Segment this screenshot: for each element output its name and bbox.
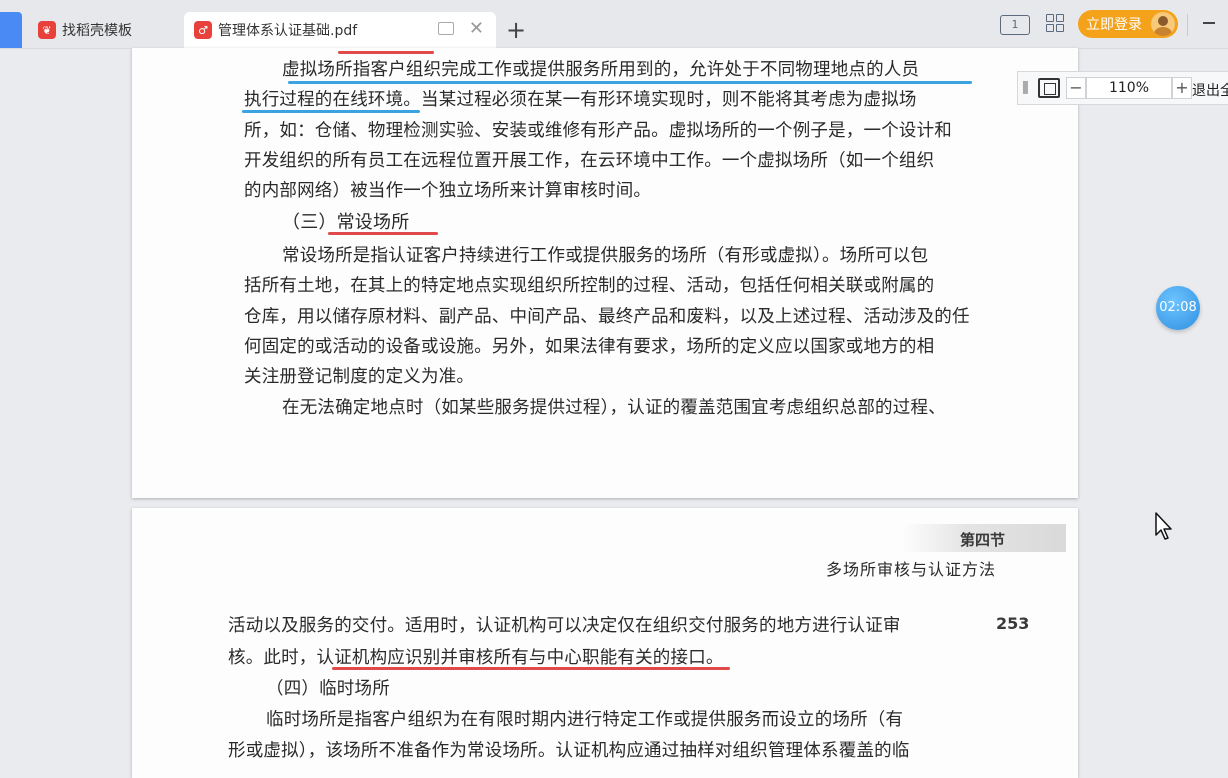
- text-line: 在无法确定地点时（如某些服务提供过程），认证的覆盖范围宜考虑组织总部的过程、: [282, 398, 946, 418]
- section-heading: （三）常设场所: [282, 212, 410, 233]
- toolbar-divider: [1187, 14, 1188, 36]
- read-mode-icon[interactable]: 1: [1000, 15, 1030, 35]
- tab-label: 找稻壳模板: [62, 23, 132, 39]
- login-button[interactable]: 立即登录: [1078, 10, 1178, 38]
- page-number: 253: [996, 614, 1030, 633]
- section-title: 多场所审核与认证方法: [826, 560, 997, 579]
- close-tab-icon[interactable]: ✕: [469, 18, 484, 39]
- login-label: 立即登录: [1086, 17, 1142, 33]
- pdf-file-icon: ♂: [194, 21, 212, 39]
- tab-bar: ❦ 找稻壳模板 ♂ 管理体系认证基础.pdf ✕ + 1 立即登录: [0, 0, 1228, 49]
- text-line: 临时场所是指客户组织为在有限时期内进行特定工作或提供服务而设立的场所（有: [266, 710, 904, 730]
- fit-page-icon[interactable]: [1038, 78, 1060, 98]
- section-label: 第四节: [960, 531, 1006, 549]
- text-line: 核。此时，认证机构应识别并审核所有与中心职能有关的接口。: [228, 648, 724, 668]
- annotation-underline: [328, 232, 438, 235]
- text-line: 形或虚拟），该场所不准备作为常设场所。认证机构应通过抽样对组织管理体系覆盖的临: [228, 741, 910, 761]
- minimize-window-icon[interactable]: [1203, 22, 1215, 24]
- pin-window-icon[interactable]: [438, 22, 454, 35]
- annotation-underline: [332, 667, 730, 670]
- text-line: 所，如：仓储、物理检测实验、安装或维修有形产品。虚拟场所的一个例子是，一个设计和: [244, 121, 952, 141]
- text-line: 开发组织的所有员工在远程位置开展工作，在云环境中工作。一个虚拟场所（如一个组织: [244, 151, 935, 171]
- zoom-in-button[interactable]: +: [1172, 77, 1192, 99]
- text-line: 的内部网络）被当作一个独立场所来计算审核时间。: [244, 181, 652, 201]
- text-line: 括所有土地，在其上的特定地点实现组织所控制的过程、活动，包括任何相关联或附属的: [244, 276, 935, 296]
- tab-pdf-document[interactable]: ♂ 管理体系认证基础.pdf ✕: [184, 12, 496, 48]
- tab-label: 管理体系认证基础.pdf: [218, 23, 358, 39]
- recording-timer[interactable]: 02:08: [1156, 286, 1200, 330]
- section-heading: （四）临时场所: [266, 679, 390, 699]
- text-line: 关注册登记制度的定义为准。: [244, 367, 475, 387]
- apps-grid-icon[interactable]: [1046, 14, 1064, 32]
- text-line: 虚拟场所指客户组织完成工作或提供服务所用到的，允许处于不同物理地点的人员: [282, 60, 920, 80]
- new-tab-icon[interactable]: +: [506, 16, 526, 44]
- zoom-toolbar: ▪ ▪ ▪ − 110% + 退出全: [1017, 71, 1228, 105]
- sidebar-toggle[interactable]: [0, 12, 22, 48]
- text-line: 何固定的或活动的设备或设施。另外，如果法律有要求，场所的定义应以国家或地方的相: [244, 337, 935, 357]
- drag-grip-icon[interactable]: ▪ ▪ ▪: [1022, 79, 1029, 97]
- text-line: 常设场所是指认证客户持续进行工作或提供服务的场所（有形或虚拟）。场所可以包: [282, 246, 929, 266]
- annotation-underline: [242, 110, 420, 113]
- docer-logo-icon: ❦: [38, 21, 56, 39]
- text-line: 执行过程的在线环境。当某过程必须在某一有形环境实现时，则不能将其考虑为虚拟场: [244, 90, 917, 110]
- mouse-cursor-icon: [1155, 512, 1172, 540]
- pdf-page: 虚拟场所指客户组织完成工作或提供服务所用到的，允许处于不同物理地点的人员 执行过…: [132, 48, 1078, 498]
- avatar-icon: [1151, 12, 1175, 36]
- text-line: 活动以及服务的交付。适用时，认证机构可以决定仅在组织交付服务的地方进行认证审: [228, 616, 901, 636]
- tab-templates[interactable]: ❦ 找稻壳模板: [28, 12, 180, 48]
- text-line: 仓库，用以储存原材料、副产品、中间产品、最终产品和废料，以及上述过程、活动涉及的…: [244, 307, 970, 327]
- exit-fullscreen-button[interactable]: 退出全: [1192, 80, 1228, 100]
- zoom-out-button[interactable]: −: [1066, 77, 1086, 99]
- annotation-underline: [288, 81, 972, 84]
- pdf-page: 第四节 多场所审核与认证方法 253 活动以及服务的交付。适用时，认证机构可以决…: [132, 508, 1078, 778]
- annotation-underline: [338, 51, 434, 54]
- zoom-level-input[interactable]: 110%: [1086, 77, 1172, 99]
